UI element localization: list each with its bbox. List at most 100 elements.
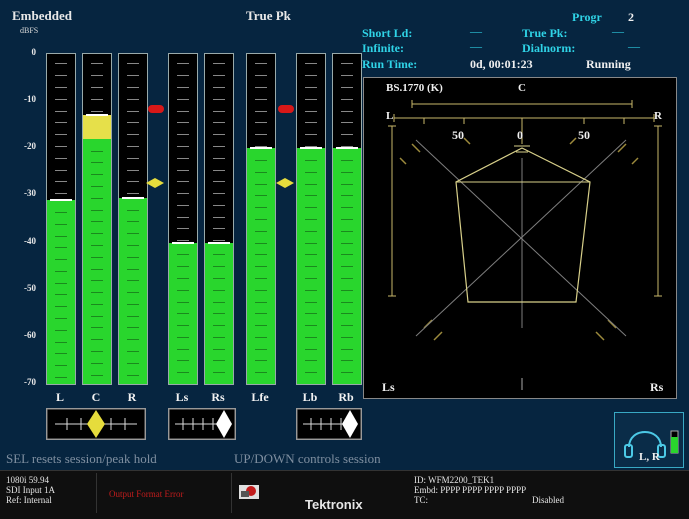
meter-tick [341, 160, 353, 162]
meter-tick [213, 360, 225, 362]
meter-tick [305, 230, 317, 232]
meter-tick [213, 134, 225, 136]
meter-tick [255, 277, 267, 279]
meter-tick [255, 301, 267, 303]
progr-value: 2 [628, 10, 634, 24]
meter-tick [127, 75, 139, 77]
meter-tick [177, 145, 189, 147]
meter-tick [341, 230, 353, 232]
meter-tick [341, 207, 353, 209]
up-down-message: UP/DOWN controls session [234, 451, 381, 466]
meter-tick [255, 183, 267, 185]
meter-tick [127, 63, 139, 65]
meter-tick [213, 98, 225, 100]
meter-tick [341, 195, 353, 197]
sel-reset-message: SEL resets session/peak hold [6, 451, 157, 466]
dialnorm-label: Dialnorm: [522, 41, 576, 55]
meter-tick [213, 75, 225, 77]
true-pk-title: True Pk [246, 8, 291, 23]
meter-tick [255, 195, 267, 197]
meter-tick [127, 221, 139, 223]
meter-tick [177, 204, 189, 206]
meter-tick [55, 110, 67, 112]
meter-tick [177, 134, 189, 136]
meter-tick [213, 313, 225, 315]
meter-tick [55, 211, 67, 213]
meter-tick [91, 75, 103, 77]
meter-tick [255, 336, 267, 338]
meter-tick [55, 134, 67, 136]
embedded-title: Embedded [12, 8, 72, 23]
surround-title: BS.1770 (K) [386, 82, 443, 94]
audio-meter-screen: Embedded dBFS True Pk 0 -10 -20 -30 -40 -50 -6… [0, 0, 689, 470]
meter-tick [55, 353, 67, 355]
meter-tick [305, 98, 317, 100]
meter-peak-hold-zone [83, 115, 111, 139]
meter-tick [91, 244, 103, 246]
meter-tick [127, 362, 139, 364]
surround-center-label: C [518, 82, 526, 94]
infinite-value: — [470, 39, 482, 53]
meter-tick [177, 63, 189, 65]
meter-tick [91, 351, 103, 352]
meter-tick [127, 98, 139, 100]
warning-panel: Output Format Error [96, 473, 232, 513]
meter-tick [177, 348, 189, 350]
meter-tick [255, 372, 267, 374]
meter-tick [177, 301, 189, 303]
alarm-icon[interactable] [238, 483, 260, 501]
meter-level-fill [83, 138, 111, 384]
meter-tick [55, 75, 67, 77]
meter-tick [91, 162, 103, 164]
video-input: SDI Input 1A [6, 485, 55, 495]
meter-tick [305, 134, 317, 136]
meter-tick [213, 266, 225, 268]
tektronix-logo: Tektronix [305, 497, 363, 512]
meter-tick [91, 98, 103, 100]
meter-tick [341, 98, 353, 100]
meter-tick [55, 223, 67, 225]
meter-tick [305, 219, 317, 220]
meter-tick [55, 270, 67, 272]
meter-tick [127, 110, 139, 112]
meter-tick [127, 303, 139, 305]
meter-tick [255, 348, 267, 350]
level-meter-rb [332, 53, 362, 385]
surround-left-label: L [386, 110, 394, 122]
meter-tick [255, 230, 267, 232]
scale-tick-label: -50 [24, 282, 36, 293]
true-pk-value: — [612, 24, 624, 38]
meter-tick [127, 256, 139, 258]
meter-tick [213, 169, 225, 171]
meter-tick [55, 98, 67, 100]
meter-tick [55, 247, 67, 249]
headphone-monitor-box[interactable]: L, R [614, 412, 684, 468]
meter-tick [305, 122, 317, 124]
meter-tick [213, 289, 225, 291]
surround-ls-label: Ls [382, 380, 395, 394]
meter-tick [91, 233, 103, 235]
meter-tick [91, 186, 103, 187]
meter-tick [177, 110, 189, 112]
meter-tick [305, 336, 317, 338]
level-meter-l [46, 53, 76, 385]
meter-tick [213, 204, 225, 206]
meter-tick [177, 254, 189, 256]
meter-tick [341, 277, 353, 279]
balance-indicator-lcr [46, 408, 146, 440]
meter-tick [341, 134, 353, 136]
meter-tick [341, 171, 353, 173]
meter-tick [55, 306, 67, 308]
scale-tick-label: -40 [24, 235, 36, 246]
meter-tick [127, 339, 139, 341]
surround-display: BS.1770 (K) C L R 50 0 50 Ls Rs [363, 77, 677, 399]
meter-peak-marker [336, 147, 358, 150]
meter-tick [341, 122, 353, 124]
scale-tick-label: -10 [24, 94, 36, 105]
meter-tick [213, 348, 225, 350]
meter-tick [55, 365, 67, 367]
meter-tick [341, 63, 353, 65]
meter-tick [213, 110, 225, 112]
meter-tick [177, 289, 189, 291]
meter-tick [177, 228, 189, 230]
